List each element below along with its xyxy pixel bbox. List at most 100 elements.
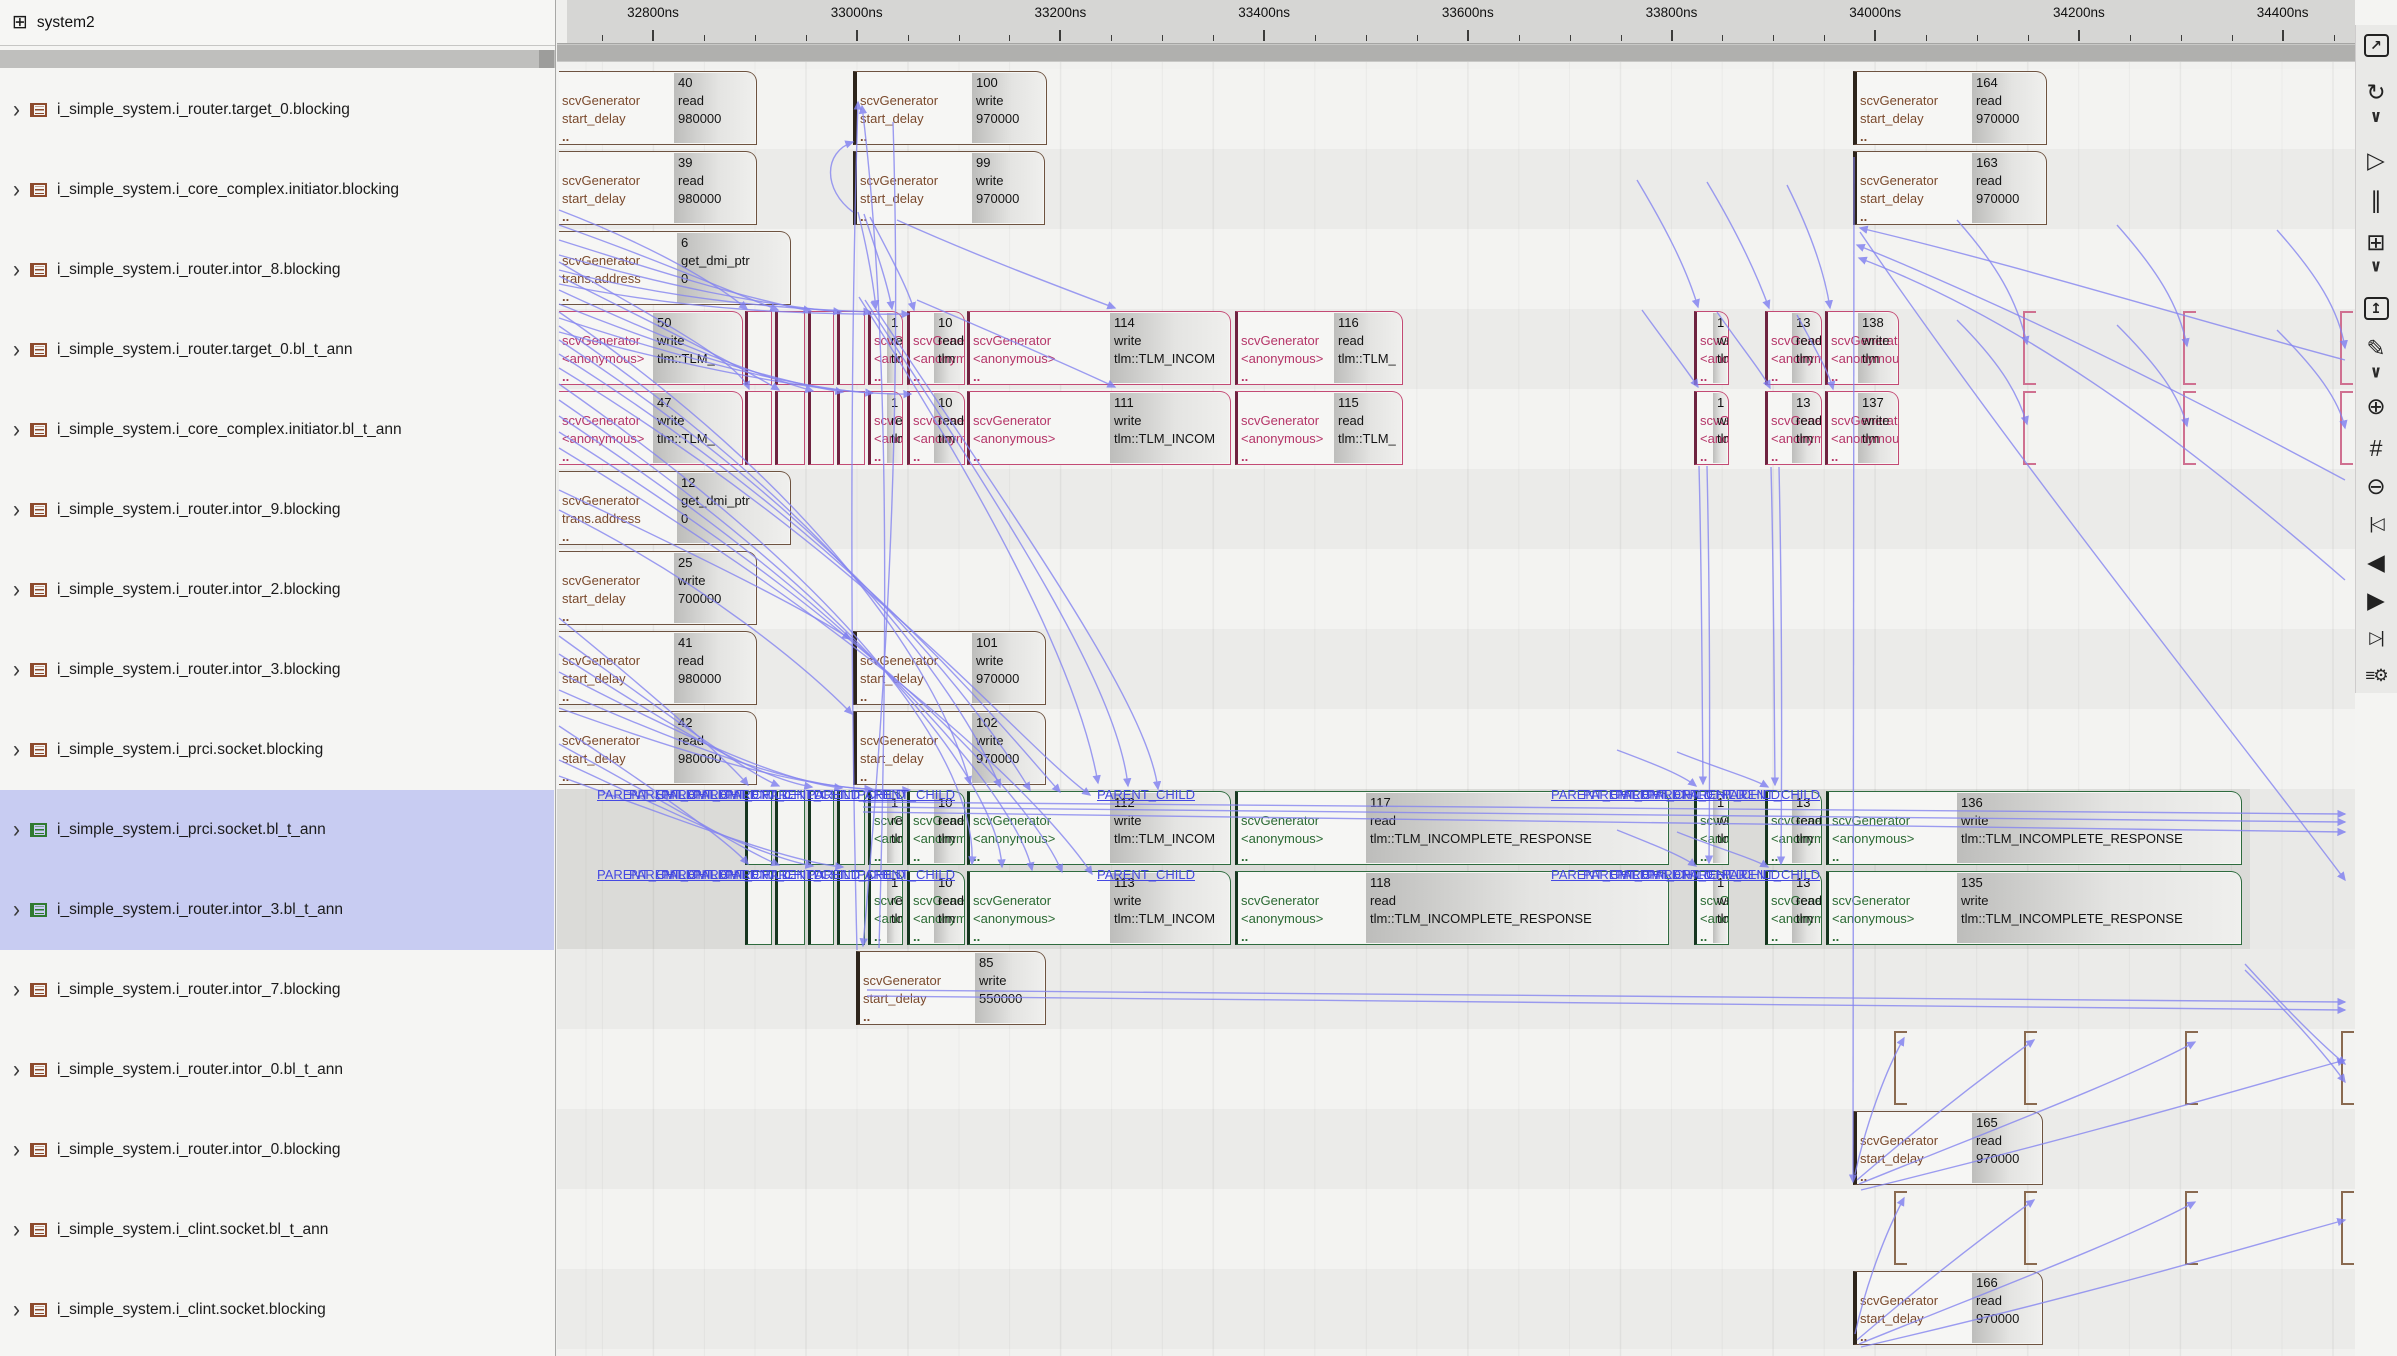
transaction-block[interactable]: 114scvGenerator<anonymous>writetlm::TLM_… — [967, 311, 1231, 385]
transaction-block[interactable]: 137scvGenerator<anonymous>writetlm.. — [1825, 391, 1899, 465]
transaction-block[interactable]: 138scvGenerator<anonymous>writetlm.. — [1825, 311, 1899, 385]
sidebar-item[interactable]: ›i_simple_system.i_router.target_0.block… — [0, 70, 554, 150]
settings-icon[interactable]: ≡⚙ — [2355, 662, 2397, 690]
transaction-bracket[interactable] — [2024, 1191, 2037, 1265]
transaction-block[interactable]: 101scvGeneratorstart_delaywrite970000.. — [853, 631, 1046, 705]
transaction-block[interactable]: 1scvGenerator<anonymous>readtlm.. — [868, 871, 903, 945]
transaction-block-empty[interactable] — [775, 871, 805, 945]
reload-icon[interactable]: ↻ — [2355, 78, 2397, 106]
transaction-block[interactable]: 1scvGenerator<anonymous>readtlm.. — [868, 391, 903, 465]
transaction-block-empty[interactable] — [745, 391, 772, 465]
transaction-block[interactable]: 10scvGenerator<anonymous>readtlm.. — [907, 311, 965, 385]
transaction-block[interactable]: 1scvGenerator<anonymous>readtlm.. — [868, 791, 903, 865]
timeline-ruler[interactable]: 32800ns33000ns33200ns33400ns33600ns33800… — [557, 0, 2355, 44]
sidebar-item[interactable]: ›i_simple_system.i_core_complex.initiato… — [0, 390, 554, 470]
transaction-bracket[interactable] — [2023, 391, 2036, 465]
transaction-block[interactable]: 13scvGenerator<anonymous>readtlm.. — [1765, 791, 1822, 865]
measure-icon[interactable]: ✎ — [2355, 334, 2397, 362]
transaction-block[interactable]: 10scvGenerator<anonymous>readtlm.. — [907, 871, 965, 945]
next-transaction-icon[interactable]: ▶ — [2355, 586, 2397, 614]
relation-label[interactable]: PARENT_CHILD — [1722, 867, 1820, 882]
transaction-block[interactable]: 1scvGenerator<anonymous>writetlm.. — [1694, 311, 1729, 385]
transaction-bracket[interactable] — [2185, 1191, 2198, 1265]
transaction-block[interactable]: 165scvGeneratorstart_delayread970000.. — [1853, 1111, 2043, 1185]
expand-chevron-icon[interactable]: › — [13, 576, 20, 604]
transaction-block[interactable]: 117scvGenerator<anonymous>readtlm::TLM_I… — [1235, 791, 1669, 865]
transaction-block-empty[interactable] — [775, 311, 805, 385]
transaction-block[interactable]: 100scvGeneratorstart_delaywrite970000.. — [853, 71, 1047, 145]
sidebar-item[interactable]: ›i_simple_system.i_clint.socket.blocking — [0, 1270, 554, 1350]
sidebar-item[interactable]: ›i_simple_system.i_router.intor_7.blocki… — [0, 950, 554, 1030]
expand-chevron-icon[interactable]: › — [13, 896, 20, 924]
transaction-block[interactable]: 1scvGenerator<anonymous>readtlm.. — [868, 311, 903, 385]
waveform-scrollbar-thumb[interactable] — [557, 45, 2355, 61]
skip-end-icon[interactable]: ▷| — [2355, 624, 2397, 652]
transaction-bracket[interactable] — [1894, 1191, 1907, 1265]
relation-label[interactable]: PARENT_CHILD — [1722, 787, 1820, 802]
transaction-block[interactable]: 25scvGeneratorstart_delaywrite700000.. — [559, 551, 757, 625]
sidebar-item[interactable]: ›i_simple_system.i_router.intor_0.blocki… — [0, 1110, 554, 1190]
transaction-block-empty[interactable] — [837, 871, 865, 945]
transaction-block-empty[interactable] — [775, 391, 805, 465]
transaction-block[interactable]: 41scvGeneratorstart_delayread980000.. — [559, 631, 757, 705]
transaction-block[interactable]: 135scvGenerator<anonymous>writetlm::TLM_… — [1826, 871, 2242, 945]
transaction-block[interactable]: 85scvGeneratorstart_delaywrite550000.. — [856, 951, 1046, 1025]
tree-scrollbar-thumb[interactable] — [539, 50, 554, 68]
sidebar-item[interactable]: ›i_simple_system.i_router.intor_3.blocki… — [0, 630, 554, 710]
transaction-block[interactable]: 113scvGenerator<anonymous>writetlm::TLM_… — [967, 871, 1231, 945]
expand-chevron-icon[interactable]: › — [13, 656, 20, 684]
transaction-block[interactable]: 116scvGenerator<anonymous>readtlm::TLM_.… — [1235, 311, 1403, 385]
transaction-block[interactable]: 39scvGeneratorstart_delayread980000.. — [559, 151, 757, 225]
transaction-block[interactable]: 13scvGenerator<anonymous>readtlm.. — [1765, 391, 1822, 465]
waveform-canvas[interactable]: 40scvGeneratorstart_delayread980000.. 100… — [557, 62, 2355, 1356]
transaction-block-empty[interactable] — [808, 871, 834, 945]
transaction-block-empty[interactable] — [837, 791, 865, 865]
expand-chevron-icon[interactable]: › — [13, 816, 20, 844]
transaction-block-empty[interactable] — [775, 791, 805, 865]
transaction-bracket[interactable] — [2340, 391, 2353, 465]
transaction-block[interactable]: 1scvGenerator<anonymous>writetlm.. — [1694, 791, 1729, 865]
transaction-block-empty[interactable] — [745, 871, 772, 945]
transaction-block[interactable]: 115scvGenerator<anonymous>readtlm::TLM_.… — [1235, 391, 1403, 465]
transaction-block[interactable]: 1scvGenerator<anonymous>writetlm.. — [1694, 871, 1729, 945]
expand-chevron-icon[interactable]: › — [13, 976, 20, 1004]
sidebar-item[interactable]: ›i_simple_system.i_router.intor_9.blocki… — [0, 470, 554, 550]
expand-chevron-icon[interactable]: › — [13, 256, 20, 284]
prev-transaction-icon[interactable]: ◀ — [2355, 548, 2397, 576]
skip-start-icon[interactable]: |◁ — [2355, 510, 2397, 538]
transaction-block[interactable]: 111scvGenerator<anonymous>writetlm::TLM_… — [967, 391, 1231, 465]
transaction-block[interactable]: 164scvGeneratorstart_delayread970000.. — [1853, 71, 2047, 145]
sidebar-item[interactable]: ›i_simple_system.i_core_complex.initiato… — [0, 150, 554, 230]
sidebar-item[interactable]: ›i_simple_system.i_prci.socket.blocking — [0, 710, 554, 790]
run-icon[interactable]: ▷ — [2355, 146, 2397, 174]
layout-grid-icon[interactable]: ⊞ — [2355, 228, 2397, 256]
transaction-block[interactable]: 12scvGeneratortrans.addressget_dmi_ptr0.… — [559, 471, 791, 545]
sidebar-item[interactable]: ›i_simple_system.i_clint.socket.bl_t_ann — [0, 1190, 554, 1270]
transaction-block[interactable]: 47scvGenerator<anonymous>writetlm::TLM_.… — [559, 391, 743, 465]
relation-label[interactable]: PARENT_CHILD — [857, 787, 955, 802]
transaction-block[interactable]: 40scvGeneratorstart_delayread980000.. — [559, 71, 757, 145]
transaction-block-empty[interactable] — [745, 311, 772, 385]
transaction-bracket[interactable] — [2183, 311, 2196, 385]
sidebar-item[interactable]: ›i_simple_system.i_router.target_0.bl_t_… — [0, 310, 554, 390]
transaction-block[interactable]: 10scvGenerator<anonymous>readtlm.. — [907, 391, 965, 465]
expand-chevron-icon[interactable]: › — [13, 1136, 20, 1164]
snapshot-icon[interactable]: ↗ — [2355, 31, 2397, 59]
transaction-block[interactable]: 13scvGenerator<anonymous>readtlm.. — [1765, 871, 1822, 945]
transaction-block[interactable]: 118scvGenerator<anonymous>readtlm::TLM_I… — [1235, 871, 1669, 945]
transaction-block[interactable]: 42scvGeneratorstart_delayread980000.. — [559, 711, 757, 785]
transaction-bracket[interactable] — [2341, 1191, 2354, 1265]
transaction-block-empty[interactable] — [745, 791, 772, 865]
zoom-in-icon[interactable]: ⊕ — [2355, 392, 2397, 420]
transaction-block-empty[interactable] — [808, 311, 834, 385]
transaction-bracket[interactable] — [2024, 1031, 2037, 1105]
reload-chevron-icon[interactable]: ∨ — [2355, 107, 2397, 125]
sidebar-item[interactable]: ›i_simple_system.i_router.intor_8.blocki… — [0, 230, 554, 310]
transaction-block[interactable]: 102scvGeneratorstart_delaywrite970000.. — [853, 711, 1046, 785]
relation-label[interactable]: PARENT_CHILD — [857, 867, 955, 882]
zoom-out-icon[interactable]: ⊖ — [2355, 472, 2397, 500]
expand-chevron-icon[interactable]: › — [13, 336, 20, 364]
expand-chevron-icon[interactable]: › — [13, 416, 20, 444]
transaction-bracket[interactable] — [2183, 391, 2196, 465]
transaction-block[interactable]: 163scvGeneratorstart_delayread970000.. — [1853, 151, 2047, 225]
